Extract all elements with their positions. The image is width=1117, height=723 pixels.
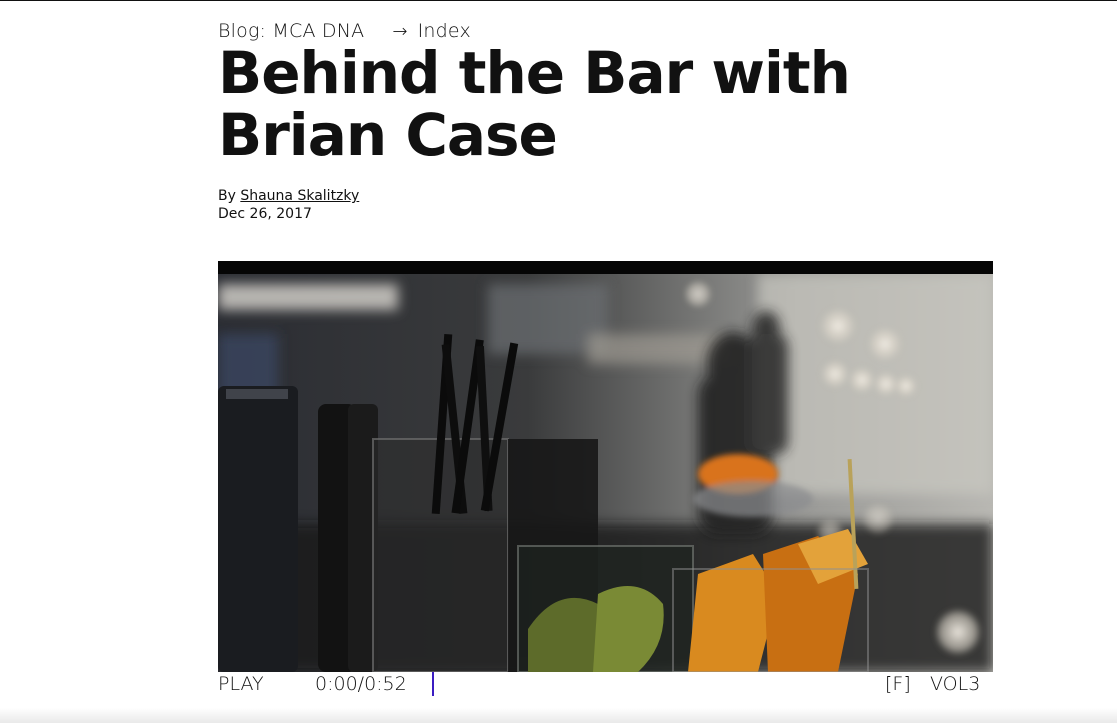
publish-date: Dec 26, 2017 xyxy=(218,206,312,222)
bottom-edge xyxy=(0,708,1117,723)
video-controls: PLAY 0:00/0:52 [F] VOL3 xyxy=(218,672,993,700)
author-link[interactable]: Shauna Skalitzky xyxy=(240,188,359,204)
page-title: Behind the Bar with Brian Case xyxy=(218,39,851,169)
byline-prefix: By xyxy=(218,188,236,204)
bar-scene-image xyxy=(218,274,993,672)
fullscreen-button[interactable]: [F] xyxy=(885,673,911,695)
progress-scrubber[interactable] xyxy=(432,672,434,696)
volume-button[interactable]: VOL3 xyxy=(930,673,980,695)
byline: By Shauna Skalitzky xyxy=(218,187,359,205)
video-player[interactable] xyxy=(218,261,993,672)
play-button[interactable]: PLAY xyxy=(218,673,264,695)
article-page: Blog: MCA DNA → Index Behind the Bar wit… xyxy=(218,0,993,723)
video-letterbox xyxy=(218,261,993,274)
time-display: 0:00/0:52 xyxy=(315,673,407,695)
article-meta: By Shauna Skalitzky Dec 26, 2017 xyxy=(218,187,359,223)
